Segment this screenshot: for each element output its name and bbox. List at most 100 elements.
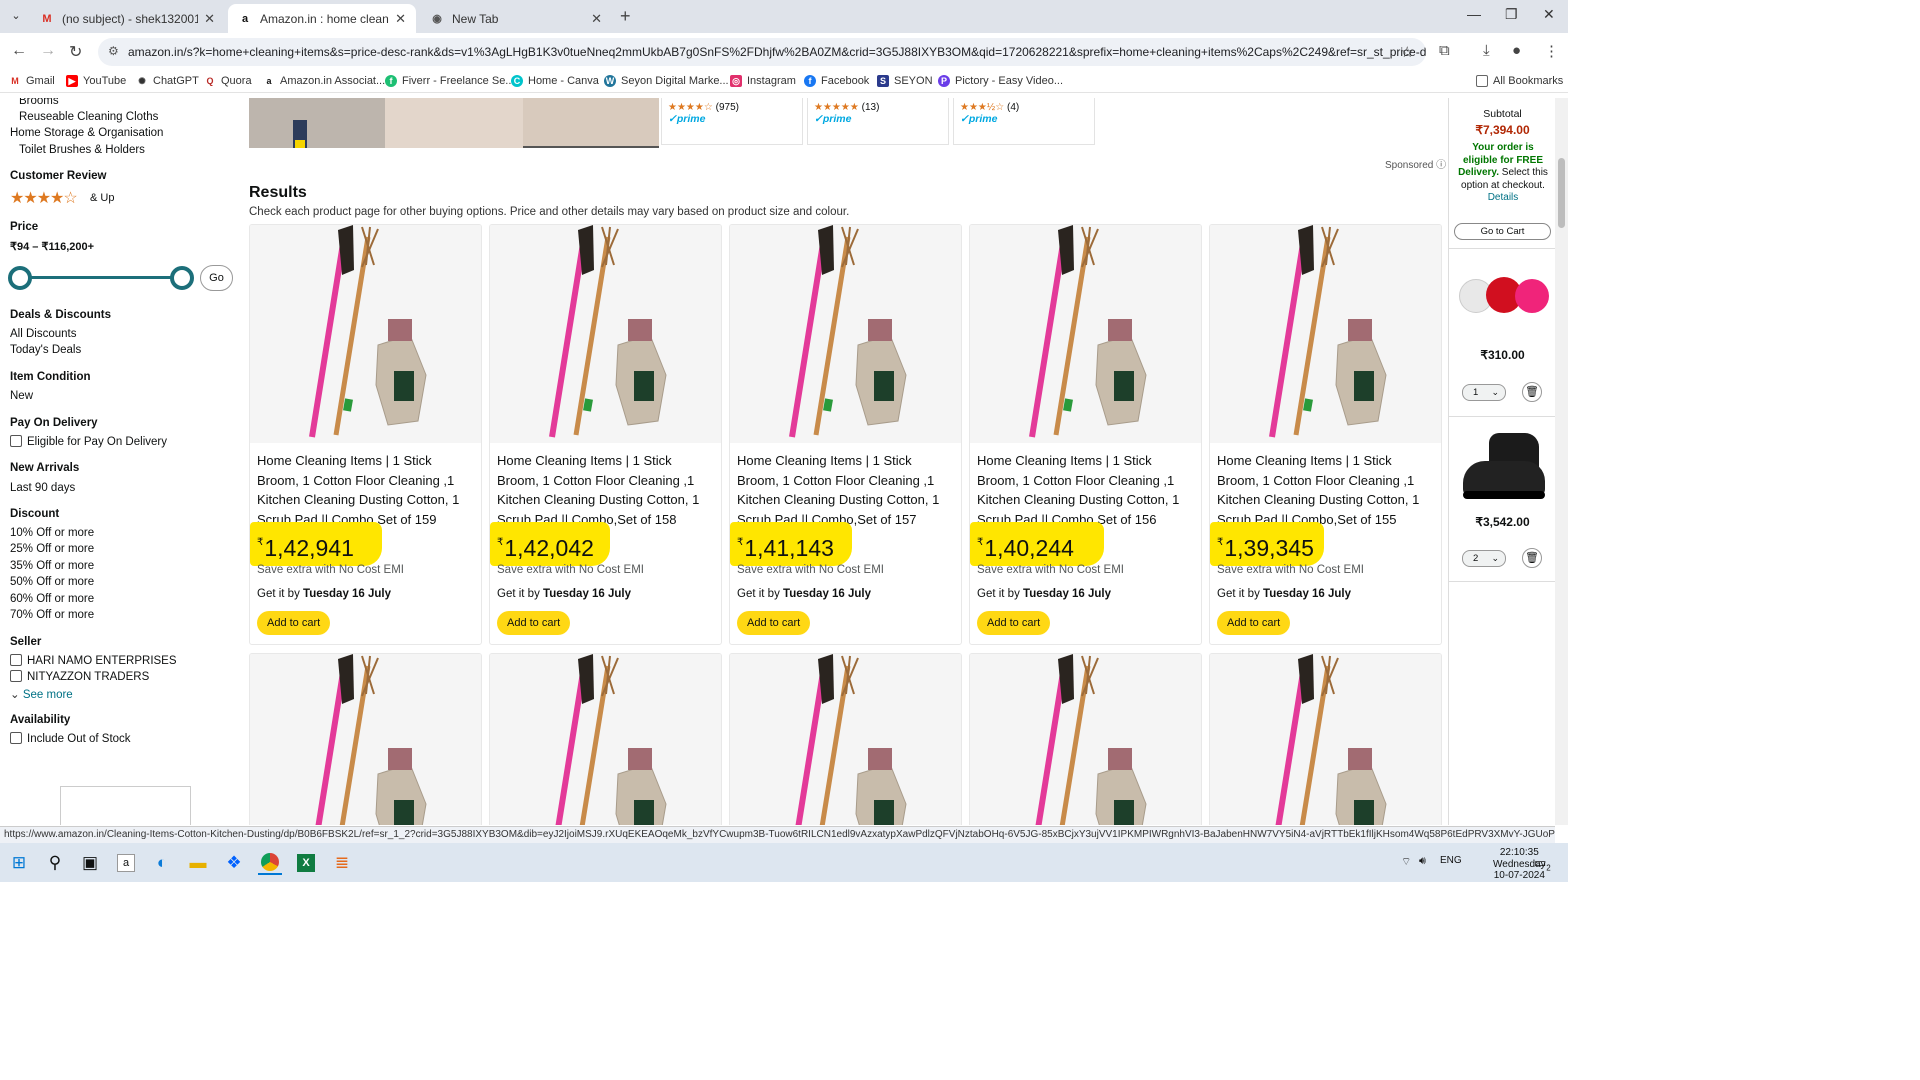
- filter-link[interactable]: All Discounts: [10, 328, 76, 340]
- wifi-icon[interactable]: ⌔: [1401, 855, 1411, 869]
- product-image[interactable]: [970, 654, 1201, 825]
- bookmark-seyon[interactable]: S SEYON: [877, 75, 933, 87]
- volume-icon[interactable]: 🔊︎: [1419, 855, 1426, 868]
- tab-gmail[interactable]: M (no subject) - shek132001@gmail.com ✕: [30, 4, 225, 33]
- bookmark-fiverr[interactable]: f Fiverr - Freelance Se...: [385, 75, 514, 87]
- product-card[interactable]: [969, 653, 1202, 825]
- bookmark-star-icon[interactable]: ☆: [1401, 43, 1414, 61]
- scrollbar-thumb[interactable]: [1558, 158, 1565, 228]
- filter-link[interactable]: New: [10, 390, 33, 402]
- cart-item-image-balls[interactable]: [1457, 275, 1549, 319]
- file-explorer-icon[interactable]: ▬: [186, 851, 210, 875]
- excel-icon[interactable]: X: [294, 851, 318, 875]
- filter-link[interactable]: 60% Off or more: [10, 593, 94, 605]
- edge-icon[interactable]: ◐: [150, 851, 174, 875]
- product-image[interactable]: [250, 654, 481, 825]
- sponsored-card[interactable]: ★★★★☆ (975) ✓prime: [661, 98, 803, 145]
- bookmark-chatgpt[interactable]: ✺ ChatGPT: [136, 75, 199, 87]
- sponsored-banner-image[interactable]: [249, 98, 385, 148]
- product-image[interactable]: [1210, 654, 1441, 825]
- app-stack-icon[interactable]: ≣: [330, 851, 354, 875]
- notification-icon[interactable]: ▭2: [1534, 855, 1551, 873]
- price-slider-track[interactable]: [20, 276, 182, 279]
- add-to-cart-button[interactable]: Add to cart: [737, 611, 811, 635]
- minimize-icon[interactable]: —: [1467, 6, 1481, 22]
- extensions-icon[interactable]: ⧉: [1439, 42, 1450, 59]
- product-image[interactable]: [730, 225, 961, 443]
- filter-link[interactable]: Home Storage & Organisation: [10, 127, 163, 139]
- amazon-app-icon[interactable]: a: [114, 851, 138, 875]
- tab-amazon[interactable]: a Amazon.in : home cleaning items ✕: [228, 4, 416, 33]
- tab-new-tab[interactable]: ◉ New Tab ✕: [420, 4, 612, 33]
- product-card[interactable]: [1209, 653, 1442, 825]
- bookmark-seyon-digital[interactable]: W Seyon Digital Marke...: [604, 75, 729, 87]
- filter-link[interactable]: Today's Deals: [10, 344, 81, 356]
- filter-link[interactable]: 70% Off or more: [10, 609, 94, 621]
- reload-icon[interactable]: ↻: [69, 42, 82, 62]
- price-slider-min-handle[interactable]: [8, 266, 32, 290]
- bookmark-quora[interactable]: Q Quora: [204, 75, 252, 87]
- product-card[interactable]: Home Cleaning Items | 1 Stick Broom, 1 C…: [249, 224, 482, 645]
- price-slider-max-handle[interactable]: [170, 266, 194, 290]
- windows-start-icon[interactable]: ⊞: [7, 851, 31, 875]
- filter-checkbox-stock[interactable]: Include Out of Stock: [10, 732, 131, 745]
- dropbox-icon[interactable]: ❖: [222, 851, 246, 875]
- product-title[interactable]: Home Cleaning Items | 1 Stick Broom, 1 C…: [1217, 451, 1435, 529]
- four-star-rating-icon[interactable]: ★★★★☆: [10, 188, 78, 208]
- download-icon[interactable]: ⤓: [1483, 42, 1490, 59]
- filter-checkbox-seller[interactable]: NITYAZZON TRADERS: [10, 670, 149, 683]
- tab-search-chevron-icon[interactable]: ⌄: [6, 6, 26, 26]
- rating-suffix[interactable]: & Up: [90, 192, 114, 204]
- bookmark-youtube[interactable]: ▶ YouTube: [66, 75, 126, 87]
- back-arrow-icon[interactable]: ←: [11, 42, 27, 60]
- quantity-select[interactable]: 2 ⌄: [1462, 550, 1506, 567]
- go-to-cart-button[interactable]: Go to Cart: [1454, 223, 1551, 240]
- product-title[interactable]: Home Cleaning Items | 1 Stick Broom, 1 C…: [737, 451, 955, 529]
- profile-avatar-icon[interactable]: ●: [1512, 42, 1521, 59]
- bookmark-gmail[interactable]: M Gmail: [9, 75, 55, 87]
- bookmark-facebook[interactable]: f Facebook: [804, 75, 869, 87]
- product-card[interactable]: Home Cleaning Items | 1 Stick Broom, 1 C…: [969, 224, 1202, 645]
- filter-link[interactable]: 25% Off or more: [10, 543, 94, 555]
- see-more-link[interactable]: ⌄ See more: [10, 687, 73, 701]
- language-indicator[interactable]: ENG: [1440, 855, 1462, 866]
- product-image[interactable]: [970, 225, 1201, 443]
- filter-link[interactable]: Reuseable Cleaning Cloths: [19, 111, 158, 123]
- product-image[interactable]: [250, 225, 481, 443]
- delete-trash-icon[interactable]: 🗑: [1522, 548, 1542, 568]
- task-view-icon[interactable]: ▣: [78, 851, 102, 875]
- info-icon[interactable]: ⓘ: [1436, 160, 1446, 171]
- sponsored-banner-image[interactable]: [523, 98, 659, 148]
- address-bar[interactable]: ⚙ amazon.in/s?k=home+cleaning+items&s=pr…: [98, 38, 1426, 66]
- sponsored-label[interactable]: Sponsored ⓘ: [1385, 156, 1446, 171]
- product-image[interactable]: [730, 654, 961, 825]
- site-info-icon[interactable]: ⚙: [108, 44, 119, 58]
- product-card[interactable]: [729, 653, 962, 825]
- product-card[interactable]: Home Cleaning Items | 1 Stick Broom, 1 C…: [489, 224, 722, 645]
- search-icon[interactable]: ⚲: [43, 851, 67, 875]
- checkbox[interactable]: [10, 435, 22, 447]
- product-image[interactable]: [1210, 225, 1441, 443]
- product-card[interactable]: Home Cleaning Items | 1 Stick Broom, 1 C…: [729, 224, 962, 645]
- price-go-button[interactable]: Go: [200, 265, 233, 291]
- product-title[interactable]: Home Cleaning Items | 1 Stick Broom, 1 C…: [257, 451, 475, 529]
- filter-link[interactable]: 35% Off or more: [10, 560, 94, 572]
- menu-kebab-icon[interactable]: ⋮: [1544, 42, 1559, 60]
- sponsored-card[interactable]: ★★★★★ (13) ✓prime: [807, 98, 949, 145]
- new-tab-plus-icon[interactable]: +: [620, 6, 631, 27]
- close-tab-icon[interactable]: ✕: [204, 11, 215, 27]
- close-tab-icon[interactable]: ✕: [395, 11, 406, 27]
- sponsored-banner-image[interactable]: [385, 98, 523, 148]
- add-to-cart-button[interactable]: Add to cart: [257, 611, 331, 635]
- chrome-taskbar-icon[interactable]: [258, 851, 282, 875]
- bookmark-instagram[interactable]: ◎ Instagram: [730, 75, 796, 87]
- filter-checkbox-pod[interactable]: Eligible for Pay On Delivery: [10, 435, 167, 448]
- product-card[interactable]: Home Cleaning Items | 1 Stick Broom, 1 C…: [1209, 224, 1442, 645]
- product-image[interactable]: [490, 225, 721, 443]
- close-window-icon[interactable]: ✕: [1543, 6, 1555, 23]
- bookmark-amazon-associates[interactable]: a Amazon.in Associat...: [263, 75, 385, 87]
- filter-checkbox-seller[interactable]: HARI NAMO ENTERPRISES: [10, 654, 177, 667]
- product-title[interactable]: Home Cleaning Items | 1 Stick Broom, 1 C…: [497, 451, 715, 529]
- filter-link[interactable]: Last 90 days: [10, 482, 75, 494]
- add-to-cart-button[interactable]: Add to cart: [1217, 611, 1291, 635]
